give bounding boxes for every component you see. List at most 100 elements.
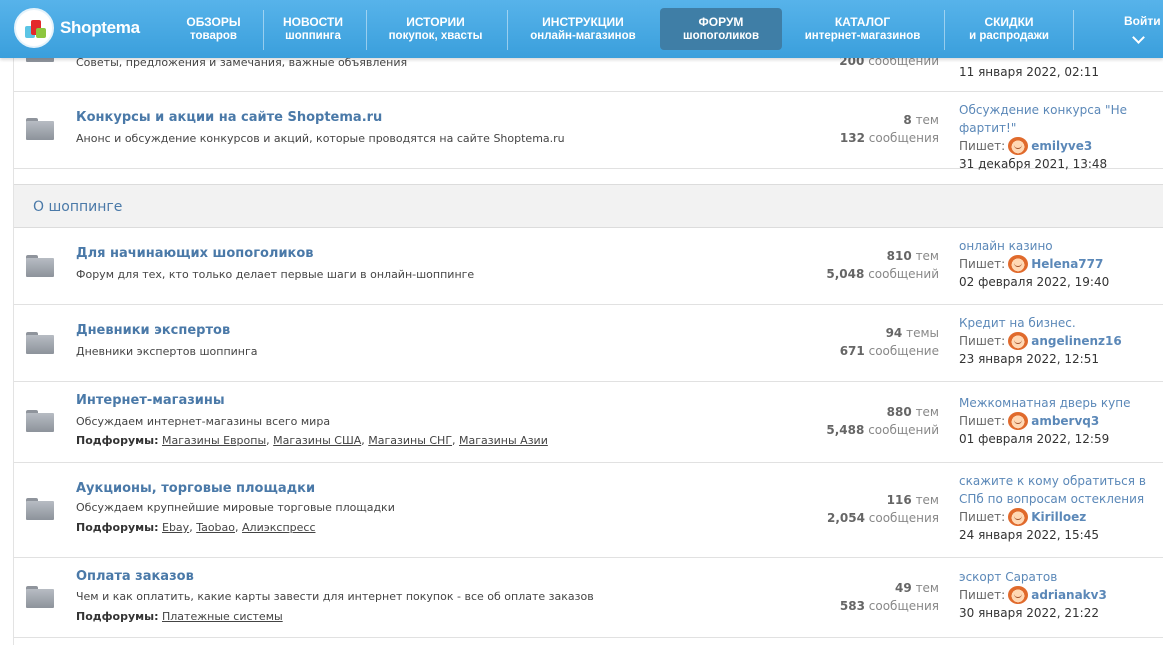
topics-label: тем bbox=[915, 493, 939, 507]
last-post-title-link[interactable]: онлайн казино bbox=[959, 237, 1163, 255]
site-logo[interactable]: Shoptema bbox=[14, 8, 140, 48]
last-post-author: Пишет: Kirilloez bbox=[959, 508, 1163, 526]
messages-label: сообщений bbox=[868, 423, 939, 437]
topics-stat: 810 тем bbox=[887, 249, 939, 263]
chevron-down-icon[interactable] bbox=[1132, 31, 1145, 44]
avatar[interactable] bbox=[1008, 412, 1029, 430]
nav-catalog[interactable]: КАТАЛОГ интернет-магазинов bbox=[795, 8, 930, 50]
messages-stat: 5,048 сообщений bbox=[826, 267, 939, 281]
username-link[interactable]: ambervq3 bbox=[1031, 412, 1099, 430]
topics-count: 810 bbox=[886, 249, 912, 263]
nav-reviews[interactable]: ОБЗОРЫ товаров bbox=[172, 8, 255, 50]
folder-icon bbox=[26, 410, 54, 432]
topics-count: 116 bbox=[886, 493, 912, 507]
nav-news[interactable]: НОВОСТИ шоппинга bbox=[272, 8, 354, 50]
last-post-title-link[interactable]: скажите к кому обратиться в СПб по вопро… bbox=[959, 472, 1163, 508]
last-post-date: 30 января 2022, 21:22 bbox=[959, 606, 1099, 620]
forum-title-link[interactable]: Интернет-магазины bbox=[76, 393, 225, 408]
subforum-link[interactable]: Алиэкспресс bbox=[242, 521, 315, 534]
nav-label: КАТАЛОГ bbox=[834, 15, 891, 29]
forum-title-link[interactable]: Для начинающих шопоголиков bbox=[76, 246, 314, 261]
subforum-link[interactable]: Taobao bbox=[196, 521, 235, 534]
forum-description: Форум для тех, кто только делает первые … bbox=[76, 268, 475, 281]
nav-divider bbox=[1073, 10, 1074, 50]
messages-count: 2,054 bbox=[826, 511, 865, 525]
subforums: Подфорумы: Магазины Европы, Магазины США… bbox=[76, 434, 548, 447]
nav-instructions[interactable]: ИНСТРУКЦИИ онлайн-магазинов bbox=[518, 8, 648, 50]
topics-count: 880 bbox=[886, 405, 912, 419]
username-link[interactable]: Kirilloez bbox=[1031, 508, 1086, 526]
avatar[interactable] bbox=[1008, 255, 1029, 273]
avatar[interactable] bbox=[1008, 508, 1029, 526]
nav-sublabel: онлайн-магазинов bbox=[530, 30, 636, 42]
messages-stat: 132 сообщения bbox=[840, 131, 939, 145]
avatar[interactable] bbox=[1008, 586, 1029, 604]
nav-forum[interactable]: ФОРУМ шопоголиков bbox=[660, 8, 782, 50]
subforum-link[interactable]: Магазины Европы bbox=[162, 434, 266, 447]
messages-stat: 671 сообщение bbox=[840, 344, 939, 358]
username-link[interactable]: adrianakv3 bbox=[1031, 586, 1107, 604]
nav-label: ОБЗОРЫ bbox=[186, 15, 241, 29]
shopping-bags-icon bbox=[14, 8, 54, 48]
topics-label: тем bbox=[915, 581, 939, 595]
forum-title-link[interactable]: Конкурсы и акции на сайте Shoptema.ru bbox=[76, 110, 382, 125]
category-header: О шоппинге bbox=[14, 184, 1163, 228]
logo-text: Shoptema bbox=[60, 18, 140, 37]
last-post-title-link[interactable]: Кредит на бизнес. bbox=[959, 314, 1163, 332]
avatar[interactable] bbox=[1008, 137, 1029, 155]
forum-title-link[interactable]: Аукционы, торговые площадки bbox=[76, 481, 315, 496]
topics-label: темы bbox=[906, 326, 939, 340]
messages-label: сообщения bbox=[868, 599, 939, 613]
forum-description: Обсуждаем интернет-магазины всего мира bbox=[76, 415, 331, 428]
forum-title-link[interactable]: Оплата заказов bbox=[76, 569, 194, 584]
messages-count: 5,488 bbox=[826, 423, 865, 437]
messages-label: сообщения bbox=[868, 131, 939, 145]
category-title-link[interactable]: О шоппинге bbox=[33, 199, 122, 215]
topics-stat: 880 тем bbox=[887, 405, 939, 419]
folder-icon bbox=[26, 332, 54, 354]
subforums-label: Подфорумы: bbox=[76, 521, 159, 534]
nav-label: СКИДКИ bbox=[984, 15, 1034, 29]
last-post-title-link[interactable]: Межкомнатная дверь купе bbox=[959, 394, 1163, 412]
forum-description: Обсуждаем крупнейшие мировые торговые пл… bbox=[76, 501, 395, 514]
nav-stories[interactable]: ИСТОРИИ покупок, хвасты bbox=[378, 8, 493, 50]
last-post-date: 31 декабря 2021, 13:48 bbox=[959, 157, 1108, 171]
last-post: Межкомнатная дверь купе Пишет: ambervq3 0… bbox=[959, 394, 1163, 448]
last-post-author: Пишет: angelinenz16 bbox=[959, 332, 1163, 350]
last-post-date: 01 февраля 2022, 12:59 bbox=[959, 432, 1110, 446]
subforums: Подфорумы: Ebay, Taobao, Алиэкспресс bbox=[76, 521, 316, 534]
last-post-author: Пишет: emilyve3 bbox=[959, 137, 1163, 155]
forum-title-link[interactable]: Дневники экспертов bbox=[76, 323, 230, 338]
nav-divider bbox=[944, 10, 945, 50]
nav-divider bbox=[507, 10, 508, 50]
forum-description: Дневники экспертов шоппинга bbox=[76, 345, 258, 358]
topics-count: 8 bbox=[903, 113, 912, 127]
forum-description: Анонс и обсуждение конкурсов и акций, ко… bbox=[76, 132, 565, 145]
subforum-link[interactable]: Платежные системы bbox=[162, 610, 283, 623]
subforums: Подфорумы: Платежные системы bbox=[76, 610, 283, 623]
nav-discounts[interactable]: СКИДКИ и распродажи bbox=[955, 8, 1063, 50]
last-post-date: 11 января 2022, 02:11 bbox=[959, 65, 1099, 79]
nav-divider bbox=[263, 10, 264, 50]
topics-stat: 94 темы bbox=[886, 326, 939, 340]
forum-row: Оплата заказов Чем и как оплатить, какие… bbox=[14, 558, 1163, 638]
subforum-link[interactable]: Магазины США bbox=[273, 434, 361, 447]
username-link[interactable]: emilyve3 bbox=[1031, 137, 1092, 155]
subforum-link[interactable]: Ebay bbox=[162, 521, 189, 534]
by-label: Пишет: bbox=[959, 257, 1006, 271]
last-post-title-link[interactable]: эскорт Саратов bbox=[959, 568, 1163, 586]
nav-label: НОВОСТИ bbox=[282, 15, 344, 29]
subforum-link[interactable]: Магазины СНГ bbox=[368, 434, 452, 447]
username-link[interactable]: Helena777 bbox=[1031, 255, 1103, 273]
username-link[interactable]: angelinenz16 bbox=[1031, 332, 1122, 350]
messages-count: 5,048 bbox=[826, 267, 865, 281]
login-button[interactable]: Войти bbox=[1124, 14, 1161, 28]
nav-sublabel: шопоголиков bbox=[682, 30, 760, 42]
last-post-author: Пишет: adrianakv3 bbox=[959, 586, 1163, 604]
topics-stat: 116 тем bbox=[887, 493, 939, 507]
subforum-link[interactable]: Магазины Азии bbox=[459, 434, 548, 447]
avatar[interactable] bbox=[1008, 332, 1029, 350]
nav-sublabel: товаров bbox=[190, 30, 237, 42]
subforums-label: Подфорумы: bbox=[76, 610, 159, 623]
last-post-title-link[interactable]: Обсуждение конкурса "Не фартит!" bbox=[959, 101, 1163, 137]
